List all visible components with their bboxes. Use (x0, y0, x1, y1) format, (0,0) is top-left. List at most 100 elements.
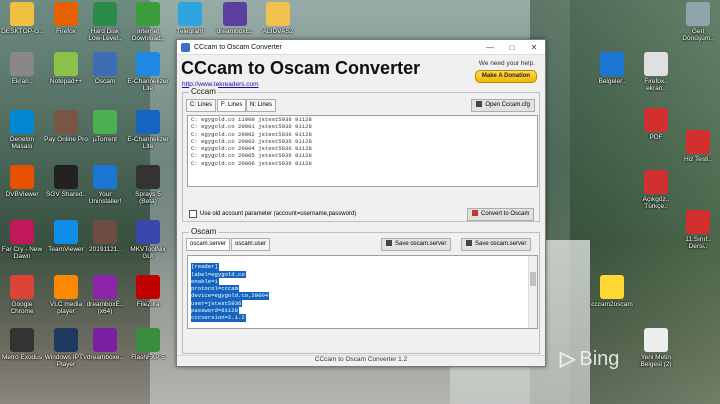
save-oscam-user-button[interactable]: Save oscam.server (461, 238, 532, 251)
oscam-line: cccversion=2.1.2 (191, 314, 246, 322)
convert-button[interactable]: Convert to Oscam (467, 208, 535, 221)
desktop-icon[interactable]: Metro Exodus (0, 328, 44, 361)
use-old-account-checkbox[interactable]: Use old account parameter (account=usern… (189, 210, 356, 218)
desktop-icon[interactable]: Firefox (44, 2, 88, 35)
app-shortcut-icon (223, 2, 247, 26)
desktop-icon-label: Sprays 5 (Beta) (135, 191, 161, 205)
desktop-icon[interactable]: TeamViewer (44, 220, 88, 253)
desktop-icon[interactable]: dreamboxE.. (x64) (83, 275, 127, 315)
status-bar: CCcam to Oscam Converter 1.2 (177, 355, 545, 366)
desktop-icon[interactable]: Notepad++ (44, 52, 88, 85)
desktop-icon[interactable]: Your Uninstaller! (83, 165, 127, 205)
desktop-icon-label: cccam2oscam (591, 301, 633, 308)
tab-oscam-user[interactable]: oscam.user (231, 238, 271, 251)
app-shortcut-icon (54, 165, 78, 189)
tab-oscam-server[interactable]: oscam.server (186, 238, 231, 251)
app-shortcut-icon (93, 328, 117, 352)
app-shortcut-icon (136, 2, 160, 26)
save-user-label: Save oscam.server (475, 241, 527, 247)
desktop-icon[interactable]: Firefox.. ekran.. (634, 52, 678, 92)
minimize-icon[interactable]: — (479, 43, 501, 52)
oscam-group-label: Oscam (189, 227, 219, 236)
cccam-lines: C: egygold.co 11000 jstest5936 91128 C: e… (191, 116, 537, 167)
desktop-icon[interactable]: Hard Disk Low-Level.. (83, 2, 127, 42)
desktop-icon[interactable]: Yeni Metin Belgesi (2) (634, 328, 678, 368)
cccam-line: C: egygold.co 20004 jstest5936 91128 (191, 145, 312, 153)
app-shortcut-icon (266, 2, 290, 26)
save-oscam-server-button[interactable]: Save oscam.server (381, 238, 452, 251)
checkbox-icon[interactable] (189, 210, 197, 218)
desktop-icon[interactable]: Belgeler.. (590, 52, 634, 85)
desktop-icon[interactable]: MKVToolNix GUI (126, 220, 170, 260)
desktop-icon[interactable]: dreamboxE.. (213, 2, 257, 35)
desktop-icon[interactable]: dreamboxe.. (83, 328, 127, 361)
donate-button[interactable]: Make A Donation (475, 70, 537, 83)
tab-f-lines[interactable]: F: Lines (217, 99, 247, 112)
desktop-icon-label: Metro Exodus (1, 354, 43, 361)
scroll-thumb[interactable] (530, 272, 536, 286)
desktop-icon[interactable]: VLC media player (44, 275, 88, 315)
desktop-icon[interactable]: Hiz Testi.. (676, 130, 720, 163)
app-shortcut-icon (10, 2, 34, 26)
desktop-icon[interactable]: 11.Sınıf.. Dersi.. (676, 210, 720, 250)
desktop-icon[interactable]: DESKTOP-G.. (0, 2, 44, 35)
desktop-icon[interactable]: Pay Online Pro (44, 110, 88, 143)
desktop-icon-label: Notepad++ (49, 78, 83, 85)
desktop-icon[interactable]: µTorrent (83, 110, 127, 143)
desktop-icon[interactable]: Windows IPTV Player (44, 328, 88, 368)
desktop-icon[interactable]: FileZilla (126, 275, 170, 308)
oscam-line: protocol=cccam (191, 285, 239, 293)
desktop-icon[interactable]: E-Channelizer Lite (126, 52, 170, 92)
close-icon[interactable]: ✕ (523, 43, 545, 52)
desktop-icon[interactable]: Ekran.. (0, 52, 44, 85)
window-title: CCcam to Oscam Converter (194, 43, 282, 51)
app-shortcut-icon (54, 2, 78, 26)
desktop-icon[interactable]: FlashFXP 5 (126, 328, 170, 361)
app-shortcut-icon (600, 52, 624, 76)
oscam-line: user=jstest5936 (191, 299, 243, 308)
desktop-icon[interactable]: Açıkgöz.. Türkçe.. (634, 170, 678, 210)
app-shortcut-icon (10, 275, 34, 299)
app-shortcut-icon (93, 220, 117, 244)
desktop-icon[interactable]: DVBViewer (0, 165, 44, 198)
desktop-icon[interactable]: ALIDVAS2 (256, 2, 300, 35)
oscam-scrollbar[interactable] (528, 256, 537, 328)
app-shortcut-icon (644, 170, 668, 194)
maximize-icon[interactable]: □ (501, 43, 523, 52)
convert-label: Convert to Oscam (481, 211, 530, 217)
desktop-icon-label: Belgeler.. (598, 78, 626, 85)
desktop-icon[interactable]: Google Chrome (0, 275, 44, 315)
cccam-textbox[interactable]: C: egygold.co 11000 jstest5936 91128 C: e… (187, 115, 538, 187)
app-shortcut-icon (10, 220, 34, 244)
desktop-icon[interactable]: Denetim Masası (0, 110, 44, 150)
desktop-icon[interactable]: Oscam (83, 52, 127, 85)
help-text: We need your help. (478, 60, 535, 67)
open-cccam-button[interactable]: Open Cccam.cfg (471, 99, 535, 112)
desktop-icon[interactable]: E-Channelizer Lite (126, 110, 170, 150)
oscam-textbox[interactable]: [reader] label=egygold.co enable=1 protocol… (187, 255, 538, 329)
desktop-icon-label: dreamboxE.. (216, 28, 254, 35)
app-shortcut-icon (10, 328, 34, 352)
desktop-icon-label: Yeni Metin Belgesi (2) (640, 354, 672, 368)
app-shortcut-icon (54, 220, 78, 244)
desktop-icon[interactable]: Far Cry - New Dawn (0, 220, 44, 260)
desktop-icon[interactable]: 20191121.. (83, 220, 127, 253)
tab-n-lines[interactable]: N: Lines (246, 99, 277, 112)
desktop-icon[interactable]: Internet Download.. (126, 2, 170, 42)
desktop-icon[interactable]: cccam2oscam (590, 275, 634, 308)
desktop-icon-label: E-Channelizer Lite (127, 78, 169, 92)
app-shortcut-icon (54, 52, 78, 76)
convert-icon (472, 210, 478, 216)
window-titlebar[interactable]: CCcam to Oscam Converter — □ ✕ (177, 40, 545, 55)
desktop-icon[interactable]: PDF (634, 108, 678, 141)
desktop-icon-label: Windows IPTV Player (44, 354, 88, 368)
desktop-icon[interactable]: Telegram (168, 2, 212, 35)
desktop-icon[interactable]: SGV Shared.. (44, 165, 88, 198)
open-cccam-label: Open Cccam.cfg (485, 102, 530, 108)
app-shortcut-icon (600, 275, 624, 299)
app-shortcut-icon (93, 2, 117, 26)
tab-c-lines[interactable]: C: Lines (186, 99, 217, 112)
desktop-icon[interactable]: Geri Dönüşüm.. (676, 2, 720, 42)
desktop-icon[interactable]: Sprays 5 (Beta) (126, 165, 170, 205)
cccam-line: C: egygold.co 20005 jstest5936 91128 (191, 152, 312, 160)
